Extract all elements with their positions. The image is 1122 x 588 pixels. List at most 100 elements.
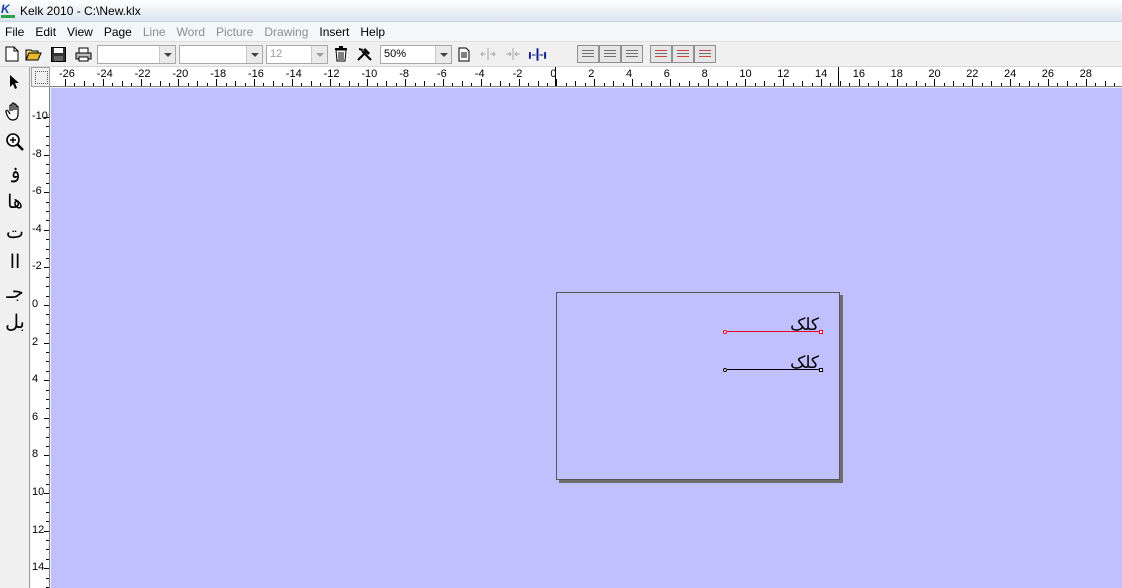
ruler-label: -16 — [248, 68, 264, 80]
ruler-tick — [46, 549, 49, 551]
ruler-tick — [44, 305, 49, 306]
align-center-icon[interactable] — [503, 44, 522, 64]
ruler-tick — [150, 83, 152, 86]
kashida-tool-icon[interactable]: ۏ — [2, 159, 28, 185]
ruler-tick — [206, 83, 208, 86]
ruler-tick — [650, 81, 652, 86]
indent-right-icon[interactable] — [694, 45, 716, 63]
ruler-label: 8 — [32, 448, 39, 461]
line-end-handle[interactable] — [819, 330, 823, 334]
menu-view[interactable]: View — [62, 22, 99, 42]
style-combo[interactable] — [179, 45, 263, 64]
ruler-tick — [414, 83, 416, 86]
ruler-tick — [735, 83, 737, 86]
stretch-tool-icon[interactable]: ت — [2, 219, 28, 245]
ruler-label: -18 — [210, 68, 227, 80]
ba-tool-icon[interactable]: بل — [2, 309, 28, 335]
ligature-tool-icon[interactable]: ها — [2, 189, 28, 215]
align-left-box-icon[interactable] — [577, 45, 599, 63]
ruler-label: -8 — [32, 147, 42, 160]
page-edge-marker[interactable] — [555, 67, 556, 86]
ruler-tick — [1047, 79, 1049, 86]
page-edge-marker[interactable] — [838, 67, 839, 86]
open-folder-icon[interactable] — [24, 44, 43, 64]
ruler-origin-button[interactable] — [31, 67, 50, 87]
ruler-label: -12 — [323, 68, 340, 80]
ruler-tick — [44, 117, 49, 118]
justify-icon[interactable] — [528, 44, 547, 64]
vertical-ruler[interactable]: -10 -8 -6 -4 -2 0 2 4 6 8 10 12 14 — [31, 87, 50, 588]
align-right-box-icon[interactable] — [621, 45, 643, 63]
text-line[interactable]: کلک — [723, 355, 823, 373]
menu-word[interactable]: Word — [172, 22, 211, 42]
tool-strip: ۏ ها ت اا جـ بل — [0, 67, 30, 588]
hand-icon[interactable] — [2, 99, 28, 125]
kelk-app-icon[interactable]: K — [1, 2, 15, 18]
font-combo[interactable] — [97, 45, 176, 64]
ruler-label: 12 — [32, 523, 45, 536]
ruler-tick — [46, 427, 49, 429]
ruler-tick — [46, 511, 49, 513]
ruler-tick — [46, 483, 49, 485]
indent-left-icon[interactable] — [650, 45, 672, 63]
menu-line[interactable]: Line — [138, 22, 172, 42]
horizontal-ruler[interactable]: -26 -24 -22 -20 -18 -16 -14 -12 -10 -8 -6 -4 -2 0 2 4 6 8… — [50, 67, 1122, 87]
ruler-tick — [44, 530, 49, 532]
line-start-handle[interactable] — [723, 330, 727, 334]
document-page[interactable]: کلک کلک — [556, 292, 840, 480]
menu-bar: File Edit View Page Line Word Picture Dr… — [0, 22, 1122, 42]
text-line-selected[interactable]: کلک — [723, 317, 823, 335]
chevron-down-icon[interactable] — [159, 46, 175, 63]
ruler-tick — [386, 81, 388, 86]
ruler-tick — [603, 83, 605, 86]
menu-help[interactable]: Help — [355, 22, 391, 42]
font-size-combo[interactable]: 12 — [266, 45, 328, 64]
ruler-tick — [906, 83, 908, 86]
ruler-tick — [546, 83, 548, 86]
zoom-combo[interactable]: 50% — [380, 45, 452, 64]
ruler-tick — [46, 399, 49, 400]
ruler-tick — [46, 370, 49, 372]
alef-tool-icon[interactable]: اا — [2, 249, 28, 275]
print-icon[interactable] — [74, 44, 93, 64]
title-bar: K Kelk 2010 - C:\New.klx — [0, 0, 1122, 22]
ruler-tick — [44, 568, 49, 570]
ruler-tick — [46, 164, 49, 165]
document-canvas[interactable]: کلک کلک — [51, 88, 1122, 588]
ruler-tick — [584, 83, 586, 86]
ruler-tick — [858, 79, 860, 86]
chevron-down-icon[interactable] — [246, 46, 262, 63]
indent-center-icon[interactable] — [672, 45, 694, 63]
menu-edit[interactable]: Edit — [30, 22, 62, 42]
zoom-icon[interactable] — [2, 129, 28, 155]
ruler-tick — [282, 83, 284, 86]
chevron-down-icon[interactable] — [435, 46, 451, 63]
ruler-tick — [443, 79, 444, 86]
ruler-label: 14 — [32, 561, 45, 574]
align-left-right-icon[interactable] — [478, 44, 497, 64]
ruler-tick — [1057, 83, 1059, 86]
menu-drawing[interactable]: Drawing — [259, 22, 314, 42]
ruler-tick — [112, 83, 114, 86]
menu-page[interactable]: Page — [99, 22, 138, 42]
ruler-tick — [499, 81, 501, 86]
ruler-tick — [46, 446, 49, 447]
menu-picture[interactable]: Picture — [211, 22, 259, 42]
new-file-icon[interactable] — [2, 44, 21, 64]
chevron-down-icon[interactable] — [311, 46, 327, 63]
ruler-tick — [395, 83, 397, 86]
line-end-handle[interactable] — [819, 368, 823, 372]
pointer-icon[interactable] — [2, 69, 28, 95]
jim-tool-icon[interactable]: جـ — [2, 279, 28, 305]
tools-icon[interactable] — [355, 44, 374, 64]
menu-file[interactable]: File — [0, 22, 30, 42]
ruler-tick — [44, 154, 49, 156]
menu-insert[interactable]: Insert — [314, 22, 355, 42]
align-center-box-icon[interactable] — [599, 45, 621, 63]
ruler-tick — [121, 81, 123, 86]
page-settings-icon[interactable] — [454, 44, 473, 64]
ruler-tick — [556, 79, 558, 86]
save-icon[interactable] — [49, 44, 68, 64]
trash-icon[interactable] — [331, 44, 350, 64]
line-start-handle[interactable] — [723, 368, 727, 372]
